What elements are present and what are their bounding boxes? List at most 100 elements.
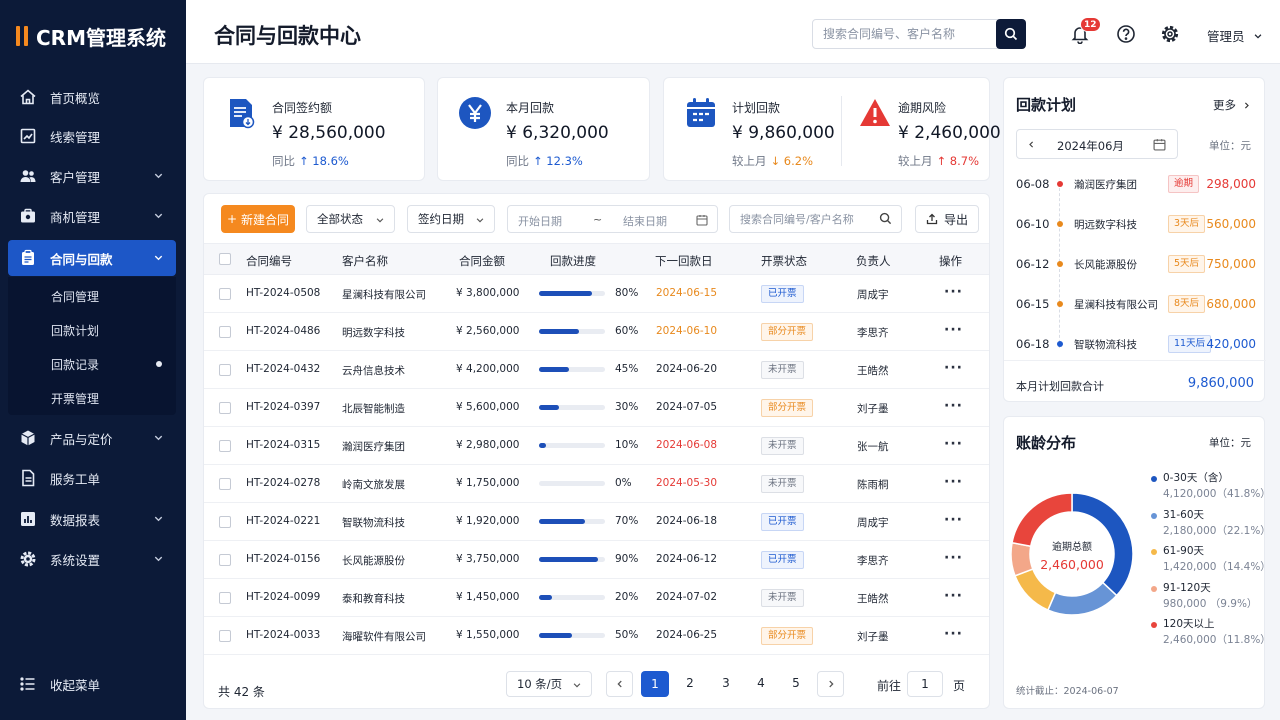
app-logo[interactable]: CRM管理系统 <box>16 23 166 50</box>
export-button[interactable]: 导出 <box>915 205 979 233</box>
table-row[interactable]: HT-2024-0278 岭南文旅发展 ¥ 1,750,000 0% 2024-05-3… <box>204 465 989 503</box>
contract-id[interactable]: HT-2024-0486 <box>246 325 320 337</box>
contract-id[interactable]: HT-2024-0099 <box>246 591 320 603</box>
row-checkbox[interactable] <box>219 440 231 452</box>
payment-plan-item[interactable]: 06-18 智联物流科技 11天后 420,000 <box>1004 325 1266 365</box>
row-checkbox[interactable] <box>219 326 231 338</box>
column-header[interactable]: 负责人 <box>856 253 891 269</box>
submenu-item-contract-management[interactable]: 合同管理 <box>8 279 176 313</box>
global-search-input[interactable] <box>812 19 998 49</box>
legend-item[interactable]: 91-120天 980,000 （9.9%） <box>1151 580 1271 614</box>
contract-id[interactable]: HT-2024-0278 <box>246 477 320 489</box>
donut-slice-2[interactable] <box>1014 568 1057 612</box>
date-range-picker[interactable]: 开始日期 ~ 结束日期 <box>507 205 718 233</box>
contract-search-input[interactable] <box>729 205 902 233</box>
sidebar-item-customers[interactable]: 客户管理 <box>8 158 176 194</box>
payment-plan-item[interactable]: 06-15 星澜科技有限公司 8天后 680,000 <box>1004 285 1266 325</box>
row-actions-more-icon[interactable]: ··· <box>944 398 963 414</box>
page-number-4[interactable]: 4 <box>753 676 769 690</box>
date-type-select[interactable]: 签约日期 <box>407 205 495 233</box>
submenu-item-payment-plan[interactable]: 回款计划 <box>8 313 176 347</box>
donut-slice-1[interactable] <box>1046 581 1118 616</box>
contract-id[interactable]: HT-2024-0432 <box>246 363 320 375</box>
submenu-item-payment-records[interactable]: 回款记录 <box>8 347 176 381</box>
submenu-item-invoicing[interactable]: 开票管理 <box>8 381 176 415</box>
sidebar-item-leads[interactable]: 线索管理 <box>8 118 176 154</box>
legend-item[interactable]: 0-30天（含） 4,120,000（41.8%） <box>1151 470 1271 504</box>
sidebar-item-reports[interactable]: 数据报表 <box>8 501 176 537</box>
row-checkbox[interactable] <box>219 288 231 300</box>
page-size-select[interactable]: 10 条/页 <box>506 671 592 697</box>
sidebar-item-opportunities[interactable]: 商机管理 <box>8 198 176 234</box>
goto-page-input[interactable]: 1 <box>907 671 943 697</box>
payment-plan-more-link[interactable]: 更多 <box>1213 97 1251 113</box>
donut-slice-3[interactable] <box>1011 541 1034 577</box>
new-contract-button[interactable]: + 新建合同 <box>221 205 295 233</box>
row-actions-more-icon[interactable]: ··· <box>944 322 963 338</box>
column-header[interactable]: 开票状态 <box>761 253 807 269</box>
payment-plan-item[interactable]: 06-10 明远数字科技 3天后 560,000 <box>1004 205 1266 245</box>
global-search-button[interactable] <box>996 19 1026 49</box>
sidebar-item-home[interactable]: 首页概览 <box>8 79 176 115</box>
sidebar-item-contracts[interactable]: 合同与回款 <box>8 240 176 276</box>
contract-id[interactable]: HT-2024-0508 <box>246 287 320 299</box>
payment-plan-item[interactable]: 06-12 长风能源股份 5天后 750,000 <box>1004 245 1266 285</box>
legend-item[interactable]: 120天以上 2,460,000（11.8%） <box>1151 616 1271 650</box>
row-checkbox[interactable] <box>219 592 231 604</box>
page-number-5[interactable]: 5 <box>788 676 804 690</box>
search-icon[interactable] <box>879 212 892 225</box>
end-date-placeholder[interactable]: 结束日期 <box>623 213 667 229</box>
month-picker[interactable]: 2024年06月 <box>1016 129 1178 159</box>
row-checkbox[interactable] <box>219 402 231 414</box>
column-header[interactable]: 回款进度 <box>550 253 596 269</box>
column-header[interactable]: 下一回款日 <box>655 253 713 269</box>
row-actions-more-icon[interactable]: ··· <box>944 512 963 528</box>
row-checkbox[interactable] <box>219 516 231 528</box>
contract-id[interactable]: HT-2024-0397 <box>246 401 320 413</box>
payment-plan-item[interactable]: 06-08 瀚润医疗集团 逾期 298,000 <box>1004 165 1266 205</box>
table-row[interactable]: HT-2024-0397 北辰智能制造 ¥ 5,600,000 30% 2024-07-… <box>204 389 989 427</box>
help-icon[interactable] <box>1116 24 1136 44</box>
prev-page-button[interactable] <box>606 671 633 697</box>
table-row[interactable]: HT-2024-0315 瀚润医疗集团 ¥ 2,980,000 10% 2024-06-… <box>204 427 989 465</box>
row-checkbox[interactable] <box>219 554 231 566</box>
row-checkbox[interactable] <box>219 478 231 490</box>
sidebar-item-service-tickets[interactable]: 服务工单 <box>8 460 176 496</box>
sidebar-item-settings[interactable]: 系统设置 <box>8 541 176 577</box>
row-actions-more-icon[interactable]: ··· <box>944 284 963 300</box>
row-actions-more-icon[interactable]: ··· <box>944 360 963 376</box>
column-header[interactable]: 合同编号 <box>246 253 292 269</box>
row-actions-more-icon[interactable]: ··· <box>944 626 963 642</box>
table-row[interactable]: HT-2024-0221 智联物流科技 ¥ 1,920,000 70% 2024-06-… <box>204 503 989 541</box>
legend-item[interactable]: 61-90天 1,420,000（14.4%） <box>1151 543 1271 577</box>
row-checkbox[interactable] <box>219 630 231 642</box>
row-actions-more-icon[interactable]: ··· <box>944 588 963 604</box>
start-date-placeholder[interactable]: 开始日期 <box>518 213 562 229</box>
row-actions-more-icon[interactable]: ··· <box>944 474 963 490</box>
column-header[interactable]: 客户名称 <box>342 253 388 269</box>
table-row[interactable]: HT-2024-0156 长风能源股份 ¥ 3,750,000 90% 2024-06-… <box>204 541 989 579</box>
legend-item[interactable]: 31-60天 2,180,000（22.1%） <box>1151 507 1271 541</box>
collapse-menu-button[interactable]: 收起菜单 <box>8 666 176 702</box>
page-number-1[interactable]: 1 <box>641 671 669 697</box>
row-actions-more-icon[interactable]: ··· <box>944 436 963 452</box>
select-all-checkbox[interactable] <box>219 253 231 265</box>
page-number-3[interactable]: 3 <box>718 676 734 690</box>
table-row[interactable]: HT-2024-0486 明远数字科技 ¥ 2,560,000 60% 2024-06-… <box>204 313 989 351</box>
status-filter-select[interactable]: 全部状态 <box>306 205 395 233</box>
table-row[interactable]: HT-2024-0033 海曜软件有限公司 ¥ 1,550,000 50% 2024-0… <box>204 617 989 655</box>
row-checkbox[interactable] <box>219 364 231 376</box>
table-row[interactable]: HT-2024-0432 云舟信息技术 ¥ 4,200,000 45% 2024-06-… <box>204 351 989 389</box>
row-actions-more-icon[interactable]: ··· <box>944 550 963 566</box>
contract-id[interactable]: HT-2024-0156 <box>246 553 320 565</box>
table-row[interactable]: HT-2024-0099 泰和教育科技 ¥ 1,450,000 20% 2024-07-… <box>204 579 989 617</box>
sidebar-item-products[interactable]: 产品与定价 <box>8 420 176 456</box>
chevron-left-icon[interactable] <box>1027 140 1036 149</box>
contract-id[interactable]: HT-2024-0033 <box>246 629 320 641</box>
page-number-2[interactable]: 2 <box>682 676 698 690</box>
next-page-button[interactable] <box>817 671 844 697</box>
user-menu[interactable]: 管理员 <box>1207 26 1263 45</box>
contract-id[interactable]: HT-2024-0221 <box>246 515 320 527</box>
settings-gear-icon[interactable] <box>1160 24 1180 44</box>
contract-id[interactable]: HT-2024-0315 <box>246 439 320 451</box>
